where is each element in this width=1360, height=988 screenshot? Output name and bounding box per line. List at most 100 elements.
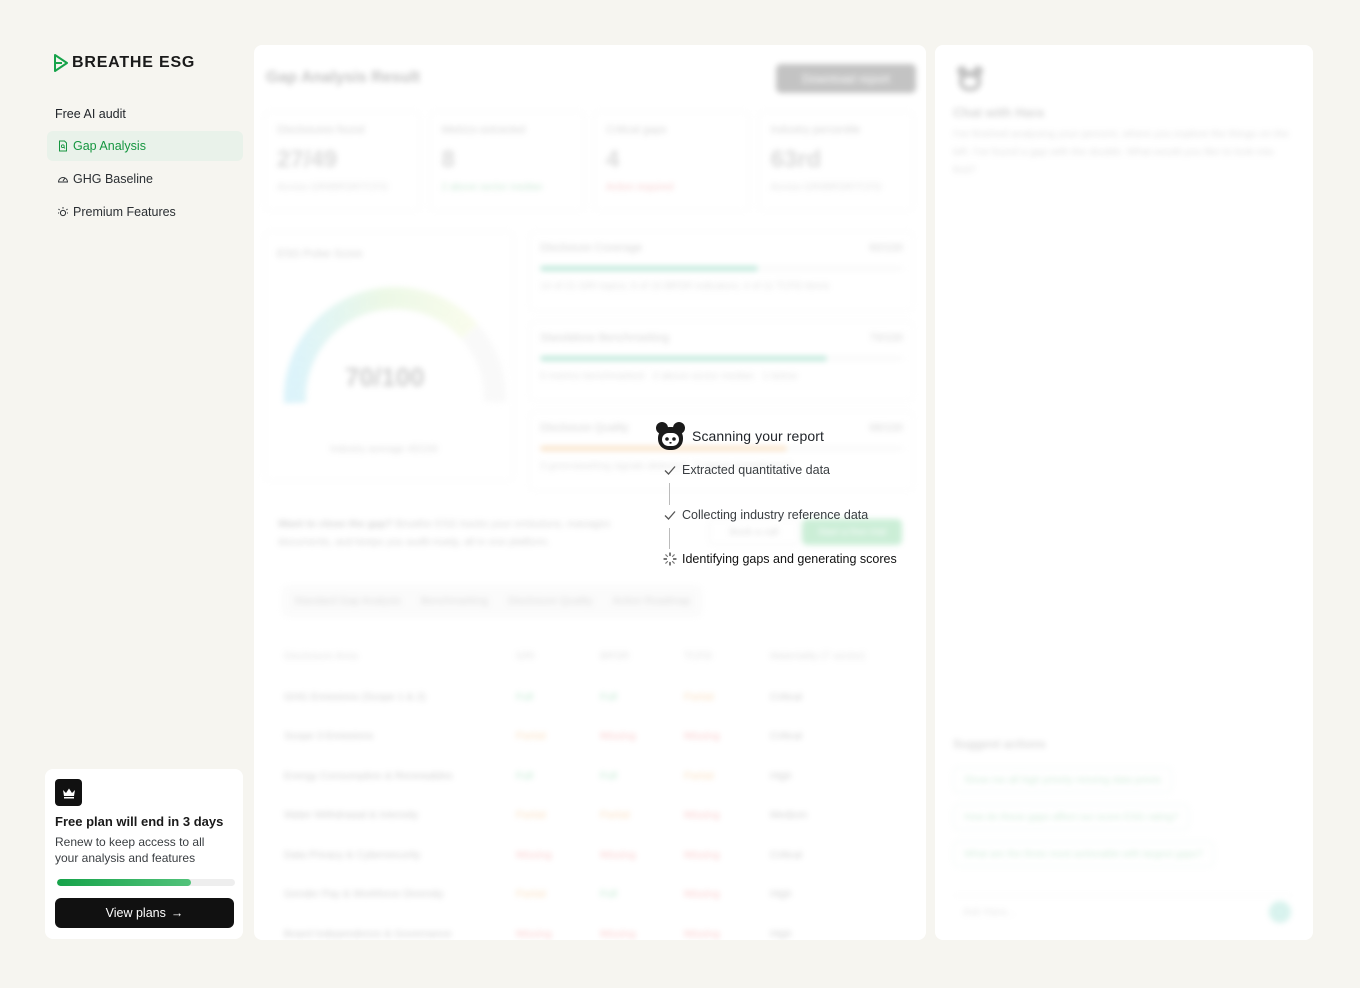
tab-action-roadmap[interactable]: Action Roadmap [605,589,699,613]
suggestion-chip[interactable]: How do these gaps affect our score ESG r… [953,804,1190,830]
plan-title: Free plan will end in 3 days [55,814,224,829]
sidebar-item-gap-analysis[interactable]: Gap Analysis [47,131,243,161]
table-cell: Missing [516,927,552,940]
metric-foot: 14 of 21 GRI topics; 6 of 15 BRSR indica… [540,281,830,292]
stat-value: 27/49 [277,146,338,173]
sidebar-item-ghg-baseline[interactable]: GHG Baseline [47,164,243,194]
plan-progress-fill [57,879,191,886]
sidebar-nav: Gap Analysis GHG Baseline Premium Featur… [47,131,243,230]
sidebar-item-label: Premium Features [73,205,176,219]
metric-label: Disclosure Coverage [540,242,643,254]
metric-bar-fill [540,356,827,361]
panda-mascot-icon [656,422,685,450]
tab-benchmarking[interactable]: Benchmarking [413,589,496,613]
stat-foot: Across GRI/BRSR/TCFD [277,182,389,193]
tab-disclosure-quality[interactable]: Disclosure Quality [500,589,601,613]
scan-step-identifying: Identifying gaps and generating scores [663,552,897,566]
metric-label: Standalone Benchmarking [540,332,670,344]
download-report-button[interactable]: Download report [776,64,916,93]
brand-logo[interactable]: BREATHE ESG [53,54,195,72]
stat-label: Metrics extracted [441,124,526,136]
book-call-button[interactable]: Book a call [709,519,799,545]
send-button[interactable] [1269,901,1291,923]
table-cell: GHG Emissions (Scope 1 & 2) [284,690,426,703]
suggestion-chip[interactable]: Show me all high priority missing data p… [953,767,1173,793]
breathe-logo-icon [54,54,68,72]
scan-step-connector [669,483,670,505]
table-header: Materiality (7 sector) [770,650,866,662]
document-icon [59,140,67,152]
sidebar-item-label: GHG Baseline [73,172,153,186]
table-header: BRSR [600,650,630,662]
table-cell: Partial [600,809,630,822]
metric-bar [540,356,903,361]
scan-step-connector [669,528,670,549]
stat-card: Critical gaps 4 Action required [593,111,750,211]
checkmark-icon [664,511,676,520]
stat-foot: 2 above sector median [441,182,543,193]
table-cell: Missing [684,888,720,901]
table-cell: Critical [770,848,803,861]
scan-step-label: Collecting industry reference data [682,508,869,522]
stat-card: Metrics extracted 8 2 above sector media… [428,111,585,211]
table-cell: High [770,888,792,901]
main-panel: Gap Analysis Result Download report Disc… [254,45,926,940]
table-cell: Board Independence & Governance [284,927,452,940]
table-row: Energy Consumption & Renewables Full Full P… [284,756,904,796]
table-cell: Missing [684,927,720,940]
sparkle-icon [58,207,68,217]
table-header: Disclosure Area [284,650,358,662]
table-cell: Full [600,690,617,703]
table-cell: Missing [684,809,720,822]
table-cell: Missing [684,848,720,861]
table-cell: Partial [684,769,714,782]
plan-card: Free plan will end in 3 days Renew to ke… [45,769,243,939]
view-plans-button[interactable]: View plans → [55,898,234,928]
metric-card: Standalone Benchmarking 79/100 5 metrics … [529,321,914,401]
view-plans-label: View plans [105,906,166,920]
metric-score: 60/100 [869,242,903,254]
table-cell: Partial [516,809,546,822]
stat-value: 63rd [770,146,822,173]
crown-badge [55,779,82,806]
table-cell: Missing [684,730,720,743]
table-cell: Partial [516,888,546,901]
table-row: Scope 3 Emissions Partial Missing Missing Cr… [284,717,904,757]
table-cell: Full [600,888,617,901]
hara-avatar-icon [957,66,983,91]
suggestion-chip[interactable]: What are the three most actionable with … [953,841,1215,867]
gauge-value: 70/100 [345,362,425,392]
stat-label: Industry percentile [770,124,861,136]
table-cell: Full [516,769,533,782]
table-cell: Missing [600,927,636,940]
arrow-right-icon: → [170,906,184,920]
loading-spinner-icon [663,552,677,566]
chat-input[interactable]: Ask Hara... [953,895,1293,927]
stat-label: Disclosures found [277,124,365,136]
scan-step-label: Identifying gaps and generating scores [682,552,897,566]
cta-text: Want to close the gap? Breathe ESG track… [278,515,638,551]
free-trial-button[interactable]: Start a free trial [802,519,902,545]
sidebar-item-premium-features[interactable]: Premium Features [47,197,243,227]
cta-bold: Want to close the gap? [278,518,393,530]
table-row: Water Withdrawal & Intensity Partial Parti… [284,796,904,836]
table-cell: Scope 3 Emissions [284,730,374,743]
suggest-title: Suggest actions [953,737,1046,751]
table-row: Board Independence & Governance Missing Mi… [284,914,904,940]
table-cell: Missing [600,848,636,861]
stat-label: Critical gaps [606,124,667,136]
table-row: GHG Emissions (Scope 1 & 2) Full Full Parti… [284,677,904,717]
stats-row: Disclosures found 27/49 Across GRI/BRSR/… [264,111,914,211]
plan-subtitle: Renew to keep access to all your analysi… [55,835,205,865]
tab-standard-gap-analysis[interactable]: Standard Gap Analysis [286,589,409,613]
table-cell: Partial [684,690,714,703]
esg-score-gauge-card: ESG Pulse Score 70/100 Industry average … [264,231,514,481]
table-cell: High [770,769,792,782]
download-report-label: Download report [801,71,891,86]
analysis-tabs: Standard Gap Analysis Benchmarking Discl… [282,585,703,617]
table-row: Gender Pay & Workforce Diversity Partial F… [284,875,904,915]
stat-foot: Across GRI/BRSR/TCFD [770,182,882,193]
plan-progress-bar [57,879,235,886]
metric-foot: 5 metrics benchmarked · 2 above sector m… [540,371,798,382]
table-header: GRI [516,650,535,662]
